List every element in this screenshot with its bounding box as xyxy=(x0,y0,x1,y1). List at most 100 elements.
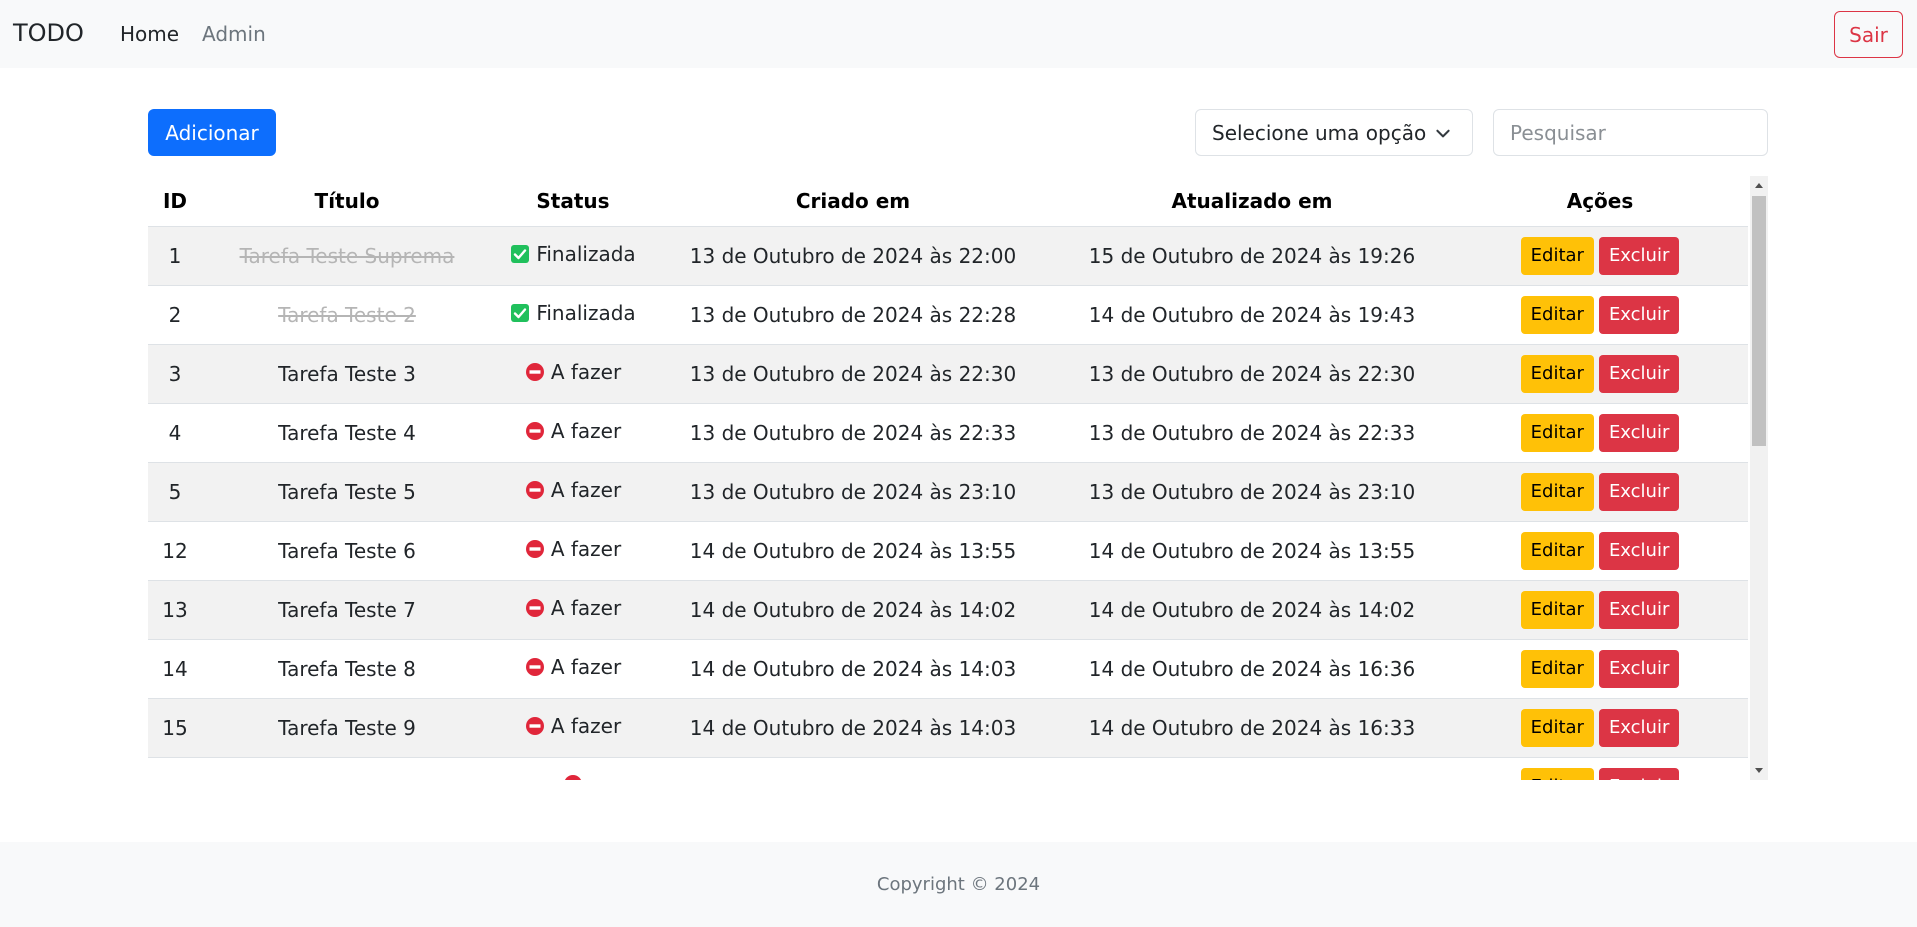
cell-status: Finalizada xyxy=(492,226,654,286)
delete-button[interactable]: Excluir xyxy=(1598,531,1680,570)
table-header-row: ID Título Status Criado em Atualizado em… xyxy=(148,176,1748,227)
scroll-up-arrow-icon[interactable] xyxy=(1750,176,1768,194)
cell-created: 13 de Outubro de 2024 às 23:10 xyxy=(654,462,1052,522)
table-row: 3 Tarefa Teste 3 A fazer 13 de Outubro de 2… xyxy=(148,344,1748,404)
navbar: TODO Home Admin Sair xyxy=(0,0,1917,68)
cell-created xyxy=(654,757,1052,780)
search-input[interactable] xyxy=(1493,109,1768,156)
header-title[interactable]: Título xyxy=(202,176,492,227)
task-table-container: ID Título Status Criado em Atualizado em… xyxy=(148,176,1768,780)
brand-logo[interactable]: TODO xyxy=(13,19,84,47)
delete-button[interactable]: Excluir xyxy=(1598,413,1680,452)
header-updated[interactable]: Atualizado em xyxy=(1052,176,1452,227)
status-label: A fazer xyxy=(550,360,622,384)
header-id[interactable]: ID xyxy=(148,176,202,227)
table-row: 14 Tarefa Teste 8 A fazer 14 de Outubro de … xyxy=(148,639,1748,699)
delete-button[interactable]: Excluir xyxy=(1598,354,1680,393)
cell-title: Tarefa Teste 7 xyxy=(202,580,492,640)
cell-title: Tarefa Teste Suprema xyxy=(202,226,492,286)
cell-id: 1 xyxy=(148,226,202,286)
cell-created: 13 de Outubro de 2024 às 22:00 xyxy=(654,226,1052,286)
cell-id: 5 xyxy=(148,462,202,522)
delete-button[interactable]: Excluir xyxy=(1598,590,1680,629)
delete-button[interactable]: Excluir xyxy=(1598,767,1680,780)
status-badge: A fazer xyxy=(525,419,621,443)
cell-status: A fazer xyxy=(492,639,654,699)
edit-button[interactable]: Editar xyxy=(1520,413,1594,452)
nav-link-home[interactable]: Home xyxy=(120,22,179,46)
edit-button[interactable]: Editar xyxy=(1520,767,1594,780)
header-status[interactable]: Status xyxy=(492,176,654,227)
status-label: A fazer xyxy=(550,596,622,620)
edit-button[interactable]: Editar xyxy=(1520,236,1594,275)
cell-id: 15 xyxy=(148,698,202,758)
no-entry-icon xyxy=(525,539,545,559)
cell-title: Tarefa Teste 9 xyxy=(202,698,492,758)
status-label: A fazer xyxy=(550,714,622,738)
edit-button[interactable]: Editar xyxy=(1520,708,1594,747)
delete-button[interactable]: Excluir xyxy=(1598,295,1680,334)
check-square-icon xyxy=(510,303,530,323)
status-label: Finalizada xyxy=(536,301,636,325)
edit-button[interactable]: Editar xyxy=(1520,354,1594,393)
status-label: A fazer xyxy=(550,655,622,679)
footer: Copyright © 2024 xyxy=(0,842,1917,927)
cell-id: 12 xyxy=(148,521,202,581)
edit-button[interactable]: Editar xyxy=(1520,649,1594,688)
delete-button[interactable]: Excluir xyxy=(1598,472,1680,511)
cell-created: 14 de Outubro de 2024 às 14:03 xyxy=(654,639,1052,699)
edit-button[interactable]: Editar xyxy=(1520,472,1594,511)
cell-id xyxy=(148,757,202,780)
cell-updated: 13 de Outubro de 2024 às 23:10 xyxy=(1052,462,1452,522)
cell-title: Tarefa Teste 8 xyxy=(202,639,492,699)
delete-button[interactable]: Excluir xyxy=(1598,236,1680,275)
delete-button[interactable]: Excluir xyxy=(1598,649,1680,688)
no-entry-icon xyxy=(563,774,583,780)
delete-button[interactable]: Excluir xyxy=(1598,708,1680,747)
cell-status: A fazer xyxy=(492,344,654,404)
status-badge: A fazer xyxy=(525,360,621,384)
table-row: Editar Excluir xyxy=(148,757,1748,780)
logout-button[interactable]: Sair xyxy=(1834,11,1903,58)
task-table: ID Título Status Criado em Atualizado em… xyxy=(148,176,1748,780)
cell-status: A fazer xyxy=(492,698,654,758)
cell-actions: EditarExcluir xyxy=(1452,285,1748,345)
edit-button[interactable]: Editar xyxy=(1520,295,1594,334)
cell-created: 14 de Outubro de 2024 às 14:03 xyxy=(654,698,1052,758)
table-row: 15 Tarefa Teste 9 A fazer 14 de Outubro de … xyxy=(148,698,1748,758)
cell-title: Tarefa Teste 2 xyxy=(202,285,492,345)
cell-actions: EditarExcluir xyxy=(1452,403,1748,463)
nav-link-admin[interactable]: Admin xyxy=(202,22,266,46)
cell-actions: EditarExcluir xyxy=(1452,344,1748,404)
header-created[interactable]: Criado em xyxy=(654,176,1052,227)
cell-title xyxy=(202,757,492,780)
add-button[interactable]: Adicionar xyxy=(148,109,276,156)
cell-updated: 14 de Outubro de 2024 às 16:33 xyxy=(1052,698,1452,758)
table-row: 4 Tarefa Teste 4 A fazer 13 de Outubro de 2… xyxy=(148,403,1748,463)
scroll-down-arrow-icon[interactable] xyxy=(1750,762,1768,780)
scrollbar-thumb[interactable] xyxy=(1752,196,1766,446)
cell-id: 2 xyxy=(148,285,202,345)
table-row: 1 Tarefa Teste Suprema Finalizada 13 de Out… xyxy=(148,226,1748,286)
status-badge: A fazer xyxy=(525,655,621,679)
table-row: 13 Tarefa Teste 7 A fazer 14 de Outubro de … xyxy=(148,580,1748,640)
cell-created: 13 de Outubro de 2024 às 22:28 xyxy=(654,285,1052,345)
cell-title: Tarefa Teste 5 xyxy=(202,462,492,522)
cell-created: 14 de Outubro de 2024 às 13:55 xyxy=(654,521,1052,581)
cell-updated: 14 de Outubro de 2024 às 13:55 xyxy=(1052,521,1452,581)
table-scrollbar[interactable] xyxy=(1750,176,1768,780)
header-actions: Ações xyxy=(1452,176,1748,227)
status-label: Finalizada xyxy=(536,242,636,266)
cell-updated: 15 de Outubro de 2024 às 19:26 xyxy=(1052,226,1452,286)
cell-actions: EditarExcluir xyxy=(1452,462,1748,522)
cell-id: 4 xyxy=(148,403,202,463)
cell-actions: Editar Excluir xyxy=(1452,757,1748,780)
table-row: 2 Tarefa Teste 2 Finalizada 13 de Outubro d… xyxy=(148,285,1748,345)
cell-title: Tarefa Teste 3 xyxy=(202,344,492,404)
edit-button[interactable]: Editar xyxy=(1520,531,1594,570)
cell-status: A fazer xyxy=(492,462,654,522)
status-filter-select[interactable]: Selecione uma opção xyxy=(1195,109,1473,156)
select-value: Selecione uma opção xyxy=(1212,120,1427,145)
edit-button[interactable]: Editar xyxy=(1520,590,1594,629)
cell-id: 14 xyxy=(148,639,202,699)
